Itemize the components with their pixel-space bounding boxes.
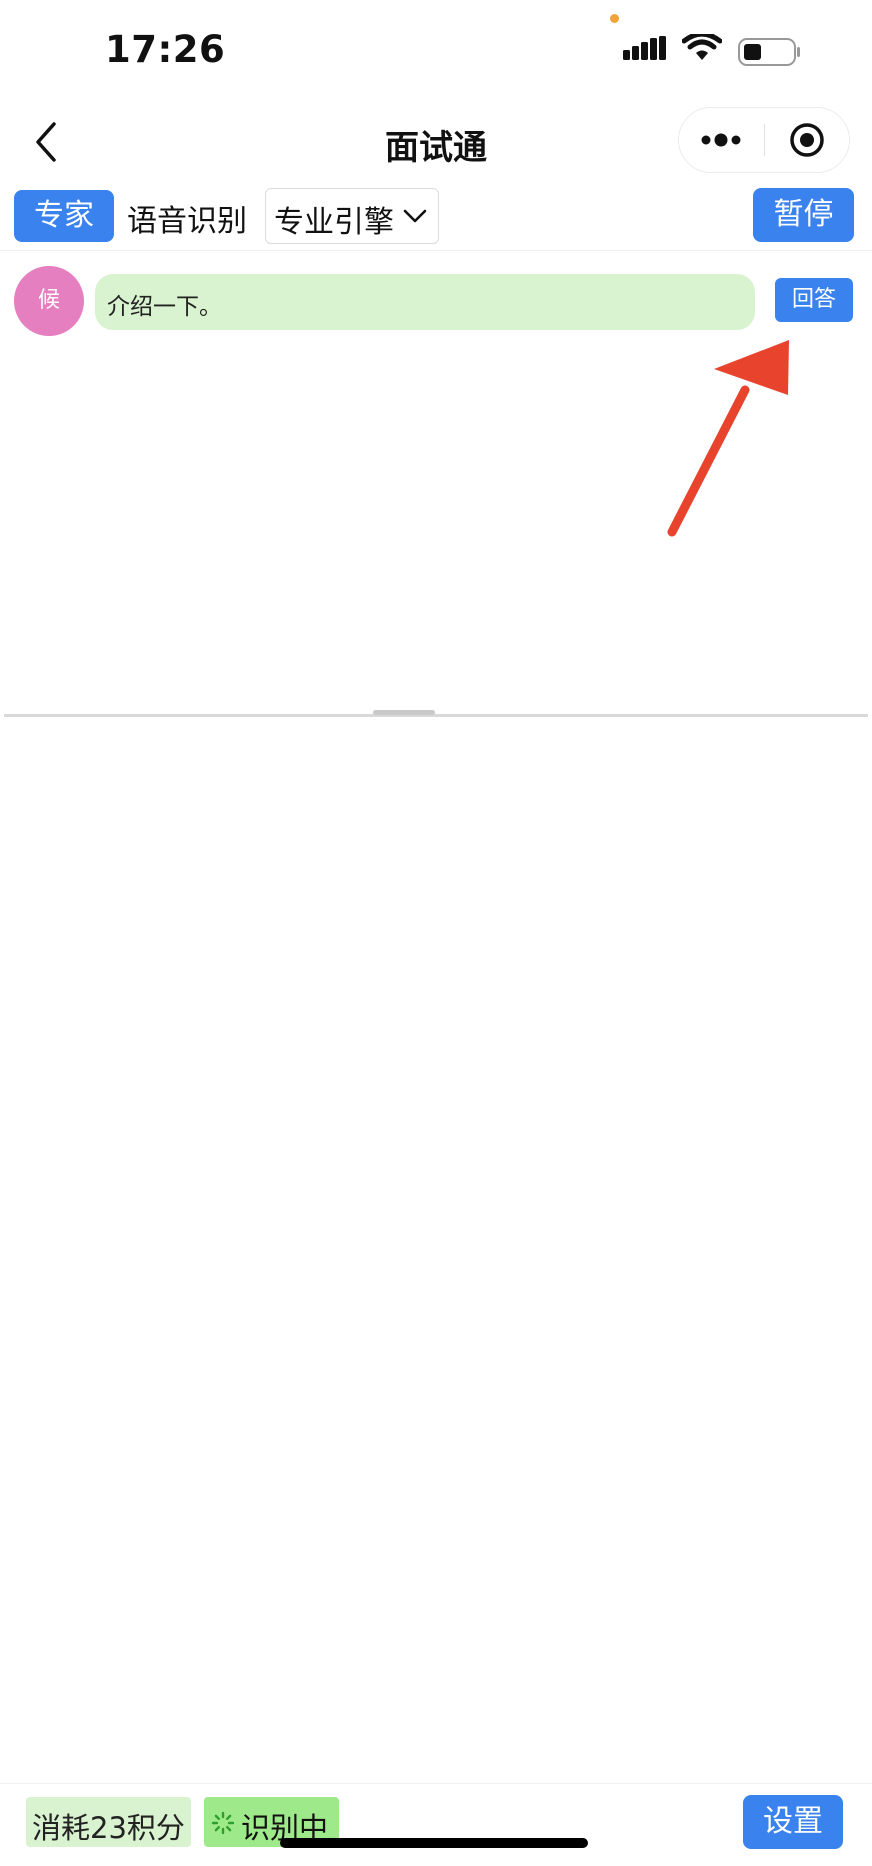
message-text: 介绍一下。 (107, 294, 222, 320)
close-mini-program-button[interactable] (765, 108, 850, 172)
panel-resize-handle[interactable] (373, 710, 435, 715)
more-button[interactable] (679, 108, 764, 172)
wifi-icon (682, 34, 722, 60)
candidate-avatar: 候 (14, 266, 84, 336)
status-time: 17:26 (105, 28, 226, 71)
chevron-down-icon (403, 209, 427, 223)
more-icon (701, 133, 741, 147)
answer-button[interactable]: 回答 (775, 278, 853, 322)
privacy-indicator-dot (610, 14, 619, 23)
close-mini-program-icon (790, 123, 824, 157)
loading-spinner-icon (211, 1811, 235, 1835)
message-bubble: 介绍一下。 (95, 274, 755, 330)
signal-icon (623, 36, 666, 60)
annotation-arrow-icon (667, 340, 789, 537)
engine-select-value: 专业引擎 (274, 205, 394, 240)
settings-button[interactable]: 设置 (743, 1795, 843, 1849)
home-indicator[interactable] (280, 1838, 588, 1848)
points-consumed-badge: 消耗23积分 (26, 1797, 191, 1847)
engine-select[interactable]: 专业引擎 (265, 188, 439, 244)
app-screen: 17:26 面试通 专家 语音识别 专业引擎 暂停 候 介绍一下。 回答 消耗2… (0, 0, 872, 1866)
expert-button[interactable]: 专家 (14, 190, 114, 242)
panel-divider (4, 714, 868, 717)
points-consumed-text: 消耗23积分 (32, 1811, 185, 1845)
footer-divider (0, 1783, 872, 1784)
pause-button[interactable]: 暂停 (753, 188, 854, 242)
mini-program-capsule (678, 107, 850, 173)
toolbar-divider (0, 250, 872, 251)
battery-icon (738, 38, 800, 66)
speech-recognition-label: 语音识别 (127, 204, 247, 239)
